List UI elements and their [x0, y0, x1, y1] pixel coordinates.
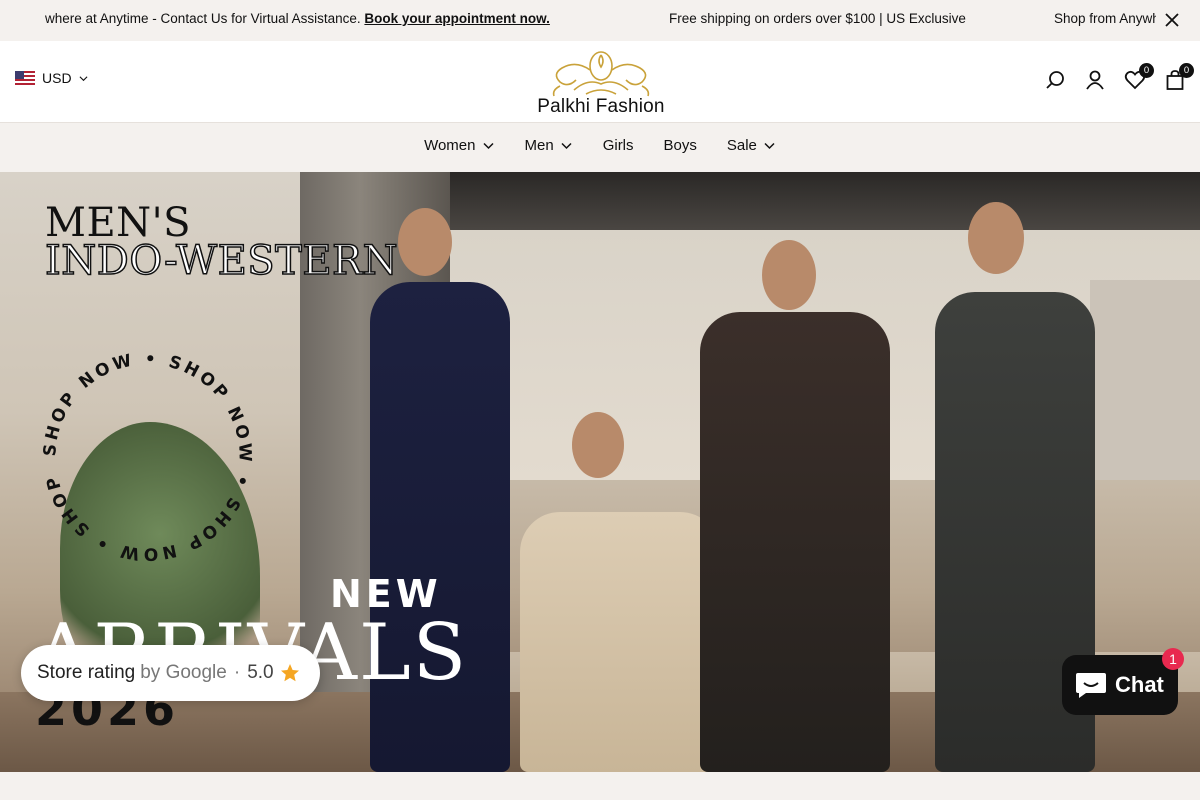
svg-text:SHOP NOW • SHOP NOW • SHOP NOW: SHOP NOW • SHOP NOW • SHOP NOW • SHOP NO…	[35, 344, 255, 564]
announcement-bar: where at Anytime - Contact Us for Virtua…	[0, 0, 1200, 41]
nav-item-label: Men	[524, 137, 554, 154]
chevron-down-icon	[561, 142, 572, 150]
hero-title-line-2: INDO-WESTERN	[44, 238, 399, 284]
hero-model	[700, 312, 890, 772]
wishlist-button[interactable]: 0	[1124, 63, 1154, 91]
hero-background-roof	[400, 172, 1200, 230]
nav-item-sale[interactable]: Sale	[727, 137, 776, 154]
nav-item-men[interactable]: Men	[525, 137, 573, 154]
chevron-down-icon	[79, 75, 88, 81]
hero-model-head	[762, 240, 816, 310]
store-rating-score: 5.0	[247, 662, 274, 683]
store-rating-widget[interactable]: Store rating by Google · 5.0	[21, 645, 320, 701]
chat-bubble-icon	[1076, 673, 1106, 698]
store-rating-label: Store rating	[37, 662, 136, 683]
chevron-down-icon	[764, 142, 775, 150]
nav-item-label: Women	[424, 137, 476, 154]
hero-model-head	[572, 412, 624, 478]
cart-button[interactable]: 0	[1164, 63, 1194, 91]
hero-background-building	[1090, 280, 1200, 480]
chevron-down-icon	[482, 142, 494, 150]
main-navigation: Women Men Girls Boys Sale	[0, 122, 1200, 172]
account-icon[interactable]	[1084, 69, 1106, 91]
nav-item-girls[interactable]: Girls	[603, 137, 634, 154]
nav-item-label: Sale	[726, 137, 757, 154]
chat-button[interactable]: Chat	[1062, 655, 1178, 715]
chat-label: Chat	[1115, 672, 1164, 697]
logo-text: Palkhi Fashion	[537, 96, 665, 117]
hero-model-head	[968, 202, 1024, 274]
nav-item-label: Girls	[602, 137, 634, 154]
hero-model	[370, 282, 510, 772]
announcement-message-1: where at Anytime - Contact Us for Virtua…	[45, 11, 550, 26]
close-icon[interactable]	[1162, 10, 1182, 30]
announcement-message-1-text: where at Anytime - Contact Us for Virtua…	[45, 11, 361, 26]
announcement-message-2: Free shipping on orders over $100 | US E…	[669, 11, 966, 26]
nav-item-boys[interactable]: Boys	[664, 137, 697, 154]
hero-model	[520, 512, 720, 772]
currency-label: USD	[42, 70, 72, 86]
currency-selector[interactable]: USD	[15, 70, 88, 86]
nav-item-label: Boys	[663, 137, 697, 154]
logo-emblem	[552, 51, 650, 97]
header-actions: 0 0	[1044, 63, 1194, 91]
book-appointment-link[interactable]: Book your appointment now.	[364, 11, 550, 26]
nav-item-women[interactable]: Women	[424, 137, 494, 154]
search-icon[interactable]	[1044, 69, 1066, 91]
star-icon	[280, 664, 299, 682]
us-flag-icon	[15, 71, 35, 85]
shop-now-circular-badge[interactable]: SHOP NOW • SHOP NOW • SHOP NOW • SHOP NO…	[35, 344, 260, 569]
hero-model-head	[398, 208, 452, 276]
page-bottom-strip	[0, 772, 1200, 800]
store-rating-separator: ·	[233, 662, 241, 683]
logo[interactable]: Palkhi Fashion	[530, 46, 672, 120]
announcement-message-3: Shop from Anywhere at Anytime	[1054, 11, 1156, 26]
chat-unread-badge: 1	[1162, 648, 1184, 670]
hero-title-line-1: MEN'S	[45, 200, 192, 246]
wishlist-count-badge: 0	[1139, 63, 1154, 78]
cart-count-badge: 0	[1179, 63, 1194, 78]
hero-title: MEN'S INDO-WESTERN	[44, 200, 399, 284]
shop-now-circular-text: SHOP NOW • SHOP NOW • SHOP NOW • SHOP NO…	[35, 344, 252, 564]
store-rating-source: by Google	[140, 662, 227, 683]
site-header: USD Palkhi Fashion 0 0	[0, 41, 1200, 122]
